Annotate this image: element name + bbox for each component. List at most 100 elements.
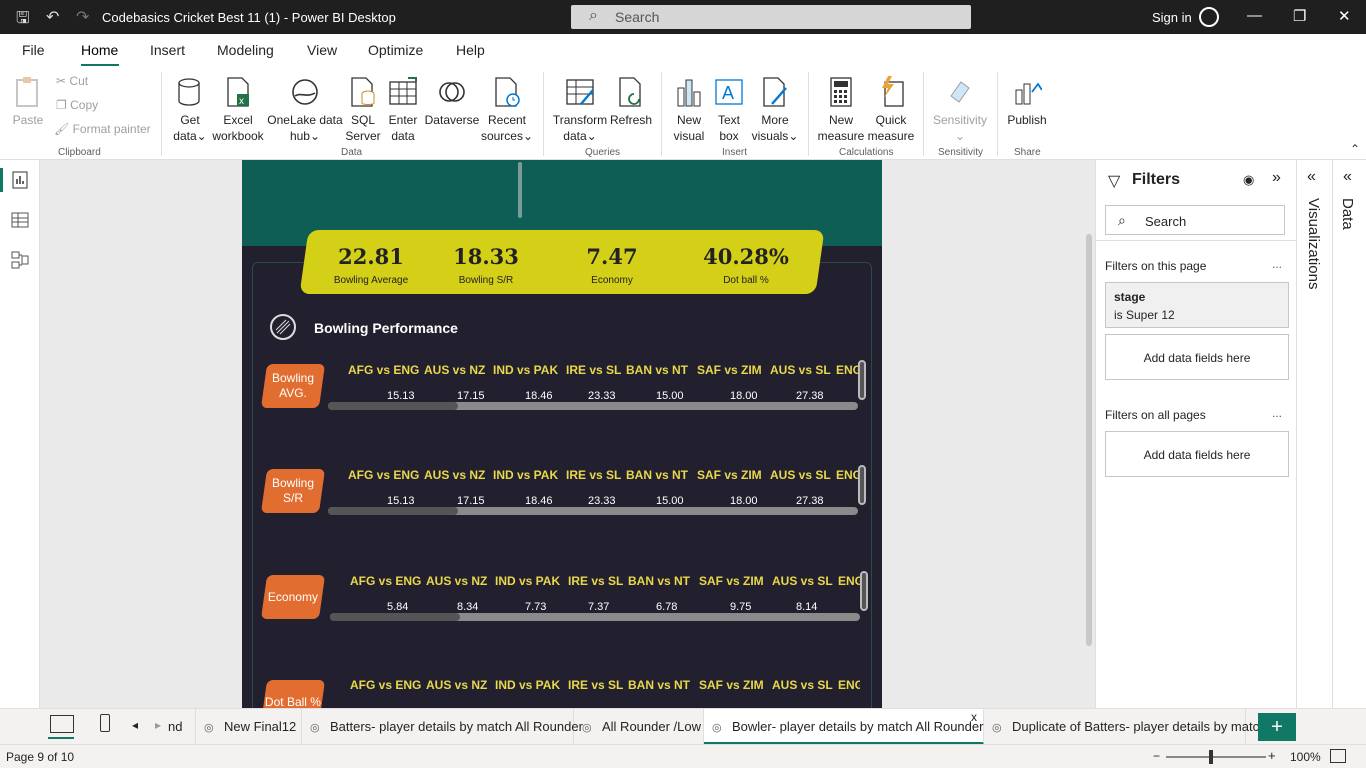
group-calculations: Calculations bbox=[839, 147, 894, 158]
scroll-left-icon[interactable]: ◂ bbox=[132, 718, 138, 732]
eye-icon[interactable]: ◉ bbox=[1243, 172, 1254, 188]
enter-data-button[interactable]: Enter data bbox=[384, 76, 422, 144]
new-visual-button[interactable]: New visual bbox=[670, 76, 708, 144]
row-vertical-scrollbar[interactable] bbox=[860, 571, 868, 611]
excel-label-2: workbook bbox=[212, 129, 264, 143]
chevron-down-icon: ⌄ bbox=[522, 129, 534, 143]
page-tab[interactable]: nd bbox=[160, 709, 196, 745]
enter-data-label-1: Enter bbox=[388, 113, 418, 127]
report-view-icon[interactable] bbox=[10, 170, 30, 190]
page-tab-label: New Final12 bbox=[224, 719, 297, 734]
undo-icon[interactable]: ↶ bbox=[46, 7, 59, 27]
page-tab[interactable]: ◎ All Rounder /Low bbox=[574, 709, 704, 745]
mobile-layout-icon[interactable] bbox=[100, 714, 110, 732]
excel-workbook-button[interactable]: x Excel workbook bbox=[210, 76, 266, 144]
filter-search-input[interactable]: ⌕ Search bbox=[1105, 205, 1285, 235]
collapse-ribbon-icon[interactable]: ⌃ bbox=[1350, 142, 1360, 156]
filter-search-placeholder: Search bbox=[1145, 214, 1187, 229]
add-page-button[interactable]: + bbox=[1258, 713, 1296, 741]
data-pane[interactable]: « Data bbox=[1332, 160, 1366, 708]
restore-icon[interactable]: ❐ bbox=[1293, 7, 1306, 25]
collapse-filters-icon[interactable]: » bbox=[1272, 169, 1281, 187]
tab-help[interactable]: Help bbox=[456, 42, 485, 58]
window-title: Codebasics Cricket Best 11 (1) - Power B… bbox=[102, 10, 396, 25]
onelake-hub-button[interactable]: OneLake data hub⌄ bbox=[266, 76, 344, 144]
recent-sources-button[interactable]: Recent sources⌄ bbox=[480, 76, 534, 144]
tab-view[interactable]: View bbox=[307, 42, 337, 58]
sign-in-link[interactable]: Sign in bbox=[1152, 10, 1192, 25]
save-icon[interactable]: 🖫 bbox=[16, 7, 30, 34]
tab-home[interactable]: Home bbox=[81, 42, 118, 58]
sql-label-1: SQL bbox=[350, 113, 375, 127]
row-table: AFG vs ENG AUS vs NZ IND vs PAK IRE vs SL BA… bbox=[242, 160, 860, 708]
tab-file[interactable]: File bbox=[22, 42, 45, 58]
group-divider bbox=[161, 72, 162, 156]
quick-measure-label-2: measure bbox=[867, 129, 915, 143]
onelake-label-1: OneLake data bbox=[267, 113, 343, 127]
zoom-in-icon[interactable]: + bbox=[1268, 748, 1276, 763]
publish-button[interactable]: Publish bbox=[1004, 76, 1050, 128]
transform-label-1: Transform bbox=[552, 113, 608, 127]
copy-button[interactable]: ❐ Copy bbox=[56, 98, 98, 112]
sql-server-icon bbox=[348, 76, 378, 108]
new-visual-label-1: New bbox=[676, 113, 701, 127]
page-tab[interactable]: ◎ Batters- player details by match All Ro… bbox=[302, 709, 583, 745]
cut-button[interactable]: ✂ Cut bbox=[56, 74, 88, 88]
report-canvas: 22.81 Bowling Average 18.33 Bowling S/R … bbox=[40, 160, 1095, 708]
add-fields-page-dropzone[interactable]: Add data fields here bbox=[1105, 334, 1289, 380]
page-tab[interactable]: ◎ Duplicate of Batters- player details by… bbox=[984, 709, 1270, 745]
account-icon[interactable] bbox=[1199, 7, 1219, 27]
refresh-label: Refresh bbox=[609, 113, 653, 127]
close-tab-icon[interactable]: x bbox=[971, 710, 977, 724]
zoom-slider-thumb[interactable] bbox=[1209, 750, 1213, 764]
text-box-button[interactable]: A Text box bbox=[710, 76, 748, 144]
redo-icon[interactable]: ↷ bbox=[76, 7, 89, 27]
transform-data-button[interactable]: Transform data⌄ bbox=[552, 76, 608, 144]
sql-server-button[interactable]: SQL Server bbox=[344, 76, 382, 144]
match-header: AUS vs NZ bbox=[426, 678, 488, 692]
tab-insert[interactable]: Insert bbox=[150, 42, 185, 58]
get-data-button[interactable]: Get data⌄ bbox=[170, 76, 210, 144]
global-search[interactable]: ⌕ Search bbox=[571, 5, 971, 29]
group-divider bbox=[923, 72, 924, 156]
group-divider bbox=[661, 72, 662, 156]
page-tab[interactable]: ◎ New Final12 bbox=[196, 709, 302, 745]
expand-data-icon[interactable]: « bbox=[1343, 168, 1352, 186]
paste-button[interactable]: Paste bbox=[12, 76, 44, 128]
more-options-icon[interactable]: ... bbox=[1272, 406, 1282, 420]
enter-data-label-2: data bbox=[391, 129, 415, 143]
transform-icon bbox=[565, 76, 595, 108]
filter-card-stage[interactable]: stage is Super 12 bbox=[1105, 282, 1289, 328]
tab-optimize[interactable]: Optimize bbox=[368, 42, 423, 58]
close-icon[interactable]: ✕ bbox=[1338, 7, 1351, 25]
page-tab-label: Duplicate of Batters- player details by … bbox=[1012, 719, 1270, 734]
sensitivity-button[interactable]: Sensitivity ⌄ bbox=[930, 76, 990, 144]
zoom-out-icon[interactable]: − bbox=[1153, 749, 1160, 763]
filters-title: Filters bbox=[1132, 171, 1181, 188]
more-visuals-button[interactable]: More visuals⌄ bbox=[750, 76, 800, 144]
format-painter-button[interactable]: 🖌 Format painter bbox=[54, 122, 151, 136]
zoom-slider[interactable] bbox=[1166, 756, 1266, 758]
visualizations-pane[interactable]: « Visualizations bbox=[1296, 160, 1332, 708]
table-view-icon[interactable] bbox=[10, 210, 30, 230]
new-measure-button[interactable]: New measure bbox=[816, 76, 866, 144]
quick-measure-button[interactable]: Quick measure bbox=[866, 76, 916, 144]
dataverse-button[interactable]: Dataverse bbox=[424, 76, 480, 128]
more-visuals-icon bbox=[760, 76, 790, 108]
tab-modeling[interactable]: Modeling bbox=[217, 42, 274, 58]
add-fields-all-dropzone[interactable]: Add data fields here bbox=[1105, 431, 1289, 477]
page-tab[interactable]: ◎ Bowler- player details by match All Rou… bbox=[704, 709, 984, 745]
sensitivity-icon bbox=[945, 76, 975, 108]
model-view-icon[interactable] bbox=[10, 250, 30, 270]
refresh-button[interactable]: Refresh bbox=[608, 76, 654, 128]
copy-label: Copy bbox=[70, 98, 99, 112]
desktop-layout-icon[interactable] bbox=[50, 715, 74, 733]
expand-visualizations-icon[interactable]: « bbox=[1307, 168, 1316, 186]
hidden-page-icon: ◎ bbox=[582, 722, 592, 734]
refresh-icon bbox=[616, 76, 646, 108]
more-options-icon[interactable]: ... bbox=[1272, 257, 1282, 271]
minimize-icon[interactable]: — bbox=[1247, 7, 1262, 24]
fit-to-page-icon[interactable] bbox=[1330, 749, 1346, 763]
canvas-scrollbar[interactable] bbox=[1086, 234, 1092, 646]
text-box-label-2: box bbox=[719, 129, 739, 143]
